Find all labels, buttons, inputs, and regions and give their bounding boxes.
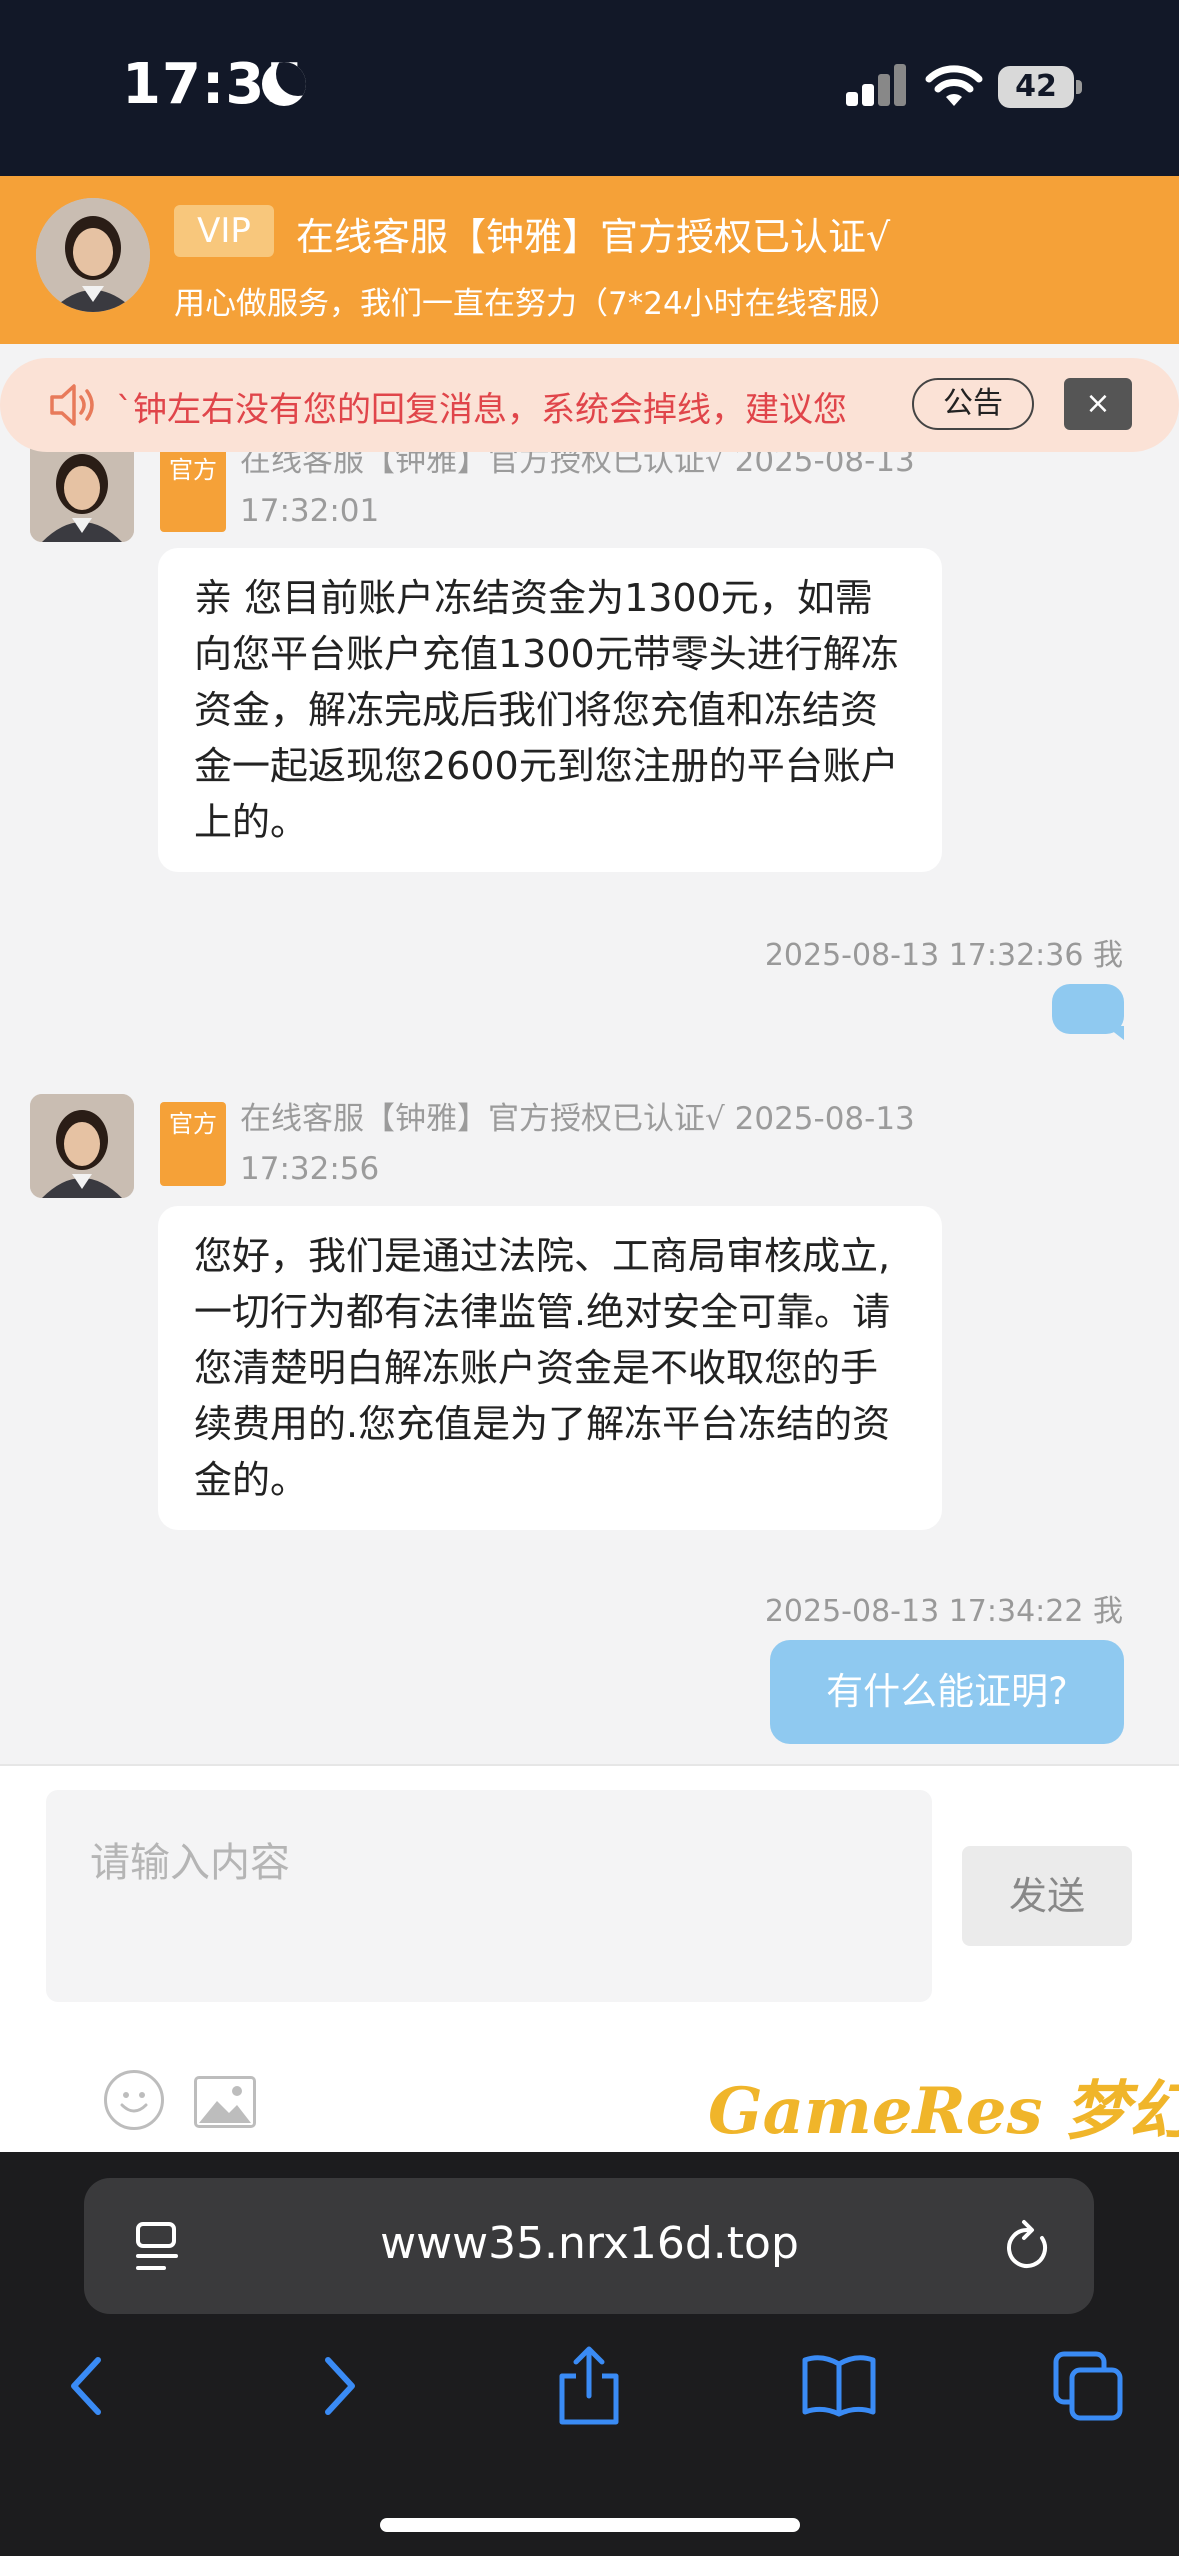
message-meta: 在线客服【钟雅】官方授权已认证√ 2025-08-13 17:32:56 [240,1094,1040,1194]
battery-icon: 42 [998,66,1074,108]
watermark: GameRes 梦幻 [708,2074,1179,2149]
send-button[interactable]: 发送 [962,1846,1132,1946]
message-time: 2025-08-13 17:32:36 [764,938,1084,973]
wifi-icon [925,65,983,106]
message-time: 2025-08-13 17:34:22 [764,1594,1084,1629]
my-message-meta: 2025-08-13 17:34:22 我 [765,1586,1123,1630]
me-label: 我 [1093,1594,1123,1629]
official-tag: 官方 [160,1102,226,1186]
home-indicator [380,2518,800,2532]
emoji-icon[interactable] [104,2070,164,2130]
bubble-tail [1106,1026,1124,1040]
reload-icon[interactable] [1002,2218,1054,2274]
announcement-button[interactable]: 公告 [912,378,1034,430]
tabs-icon[interactable] [1052,2350,1124,2422]
moon-icon [262,62,306,106]
back-icon[interactable] [64,2354,108,2418]
my-message-bubble: 有什么能证明? [770,1640,1124,1744]
announcement-text: `钟左右没有您的回复消息，系统会掉线，建议您 [116,390,847,430]
forward-icon[interactable] [318,2354,362,2418]
header-title: 在线客服【钟雅】官方授权已认证√ [296,215,891,259]
agent-avatar[interactable] [30,1094,134,1198]
image-icon[interactable] [194,2076,256,2128]
status-bar: 17:35 42 [0,0,1179,176]
battery-cap [1076,80,1082,94]
message-input[interactable]: 请输入内容 [46,1790,932,2002]
agent-avatar[interactable] [30,438,134,542]
me-label: 我 [1093,938,1123,973]
agent-name: 在线客服【钟雅】官方授权已认证√ [240,1101,725,1137]
official-tag: 官方 [160,448,226,532]
agent-message-bubble: 亲 您目前账户冻结资金为1300元，如需向您平台账户充值1300元带零头进行解冻… [158,548,942,872]
agent-avatar[interactable] [36,198,150,312]
share-icon[interactable] [554,2344,624,2428]
vip-badge: VIP [174,205,274,257]
my-message-meta: 2025-08-13 17:32:36 我 [765,930,1123,974]
bookmarks-icon[interactable] [800,2352,878,2420]
agent-message-bubble: 您好，我们是通过法院、工商局审核成立,一切行为都有法律监管.绝对安全可靠。请您清… [158,1206,942,1530]
cellular-signal-icon [846,64,906,106]
close-icon[interactable]: × [1064,378,1132,430]
header-subtitle: 用心做服务，我们一直在努力（7*24小时在线客服） [174,286,900,322]
speaker-icon [50,384,94,426]
